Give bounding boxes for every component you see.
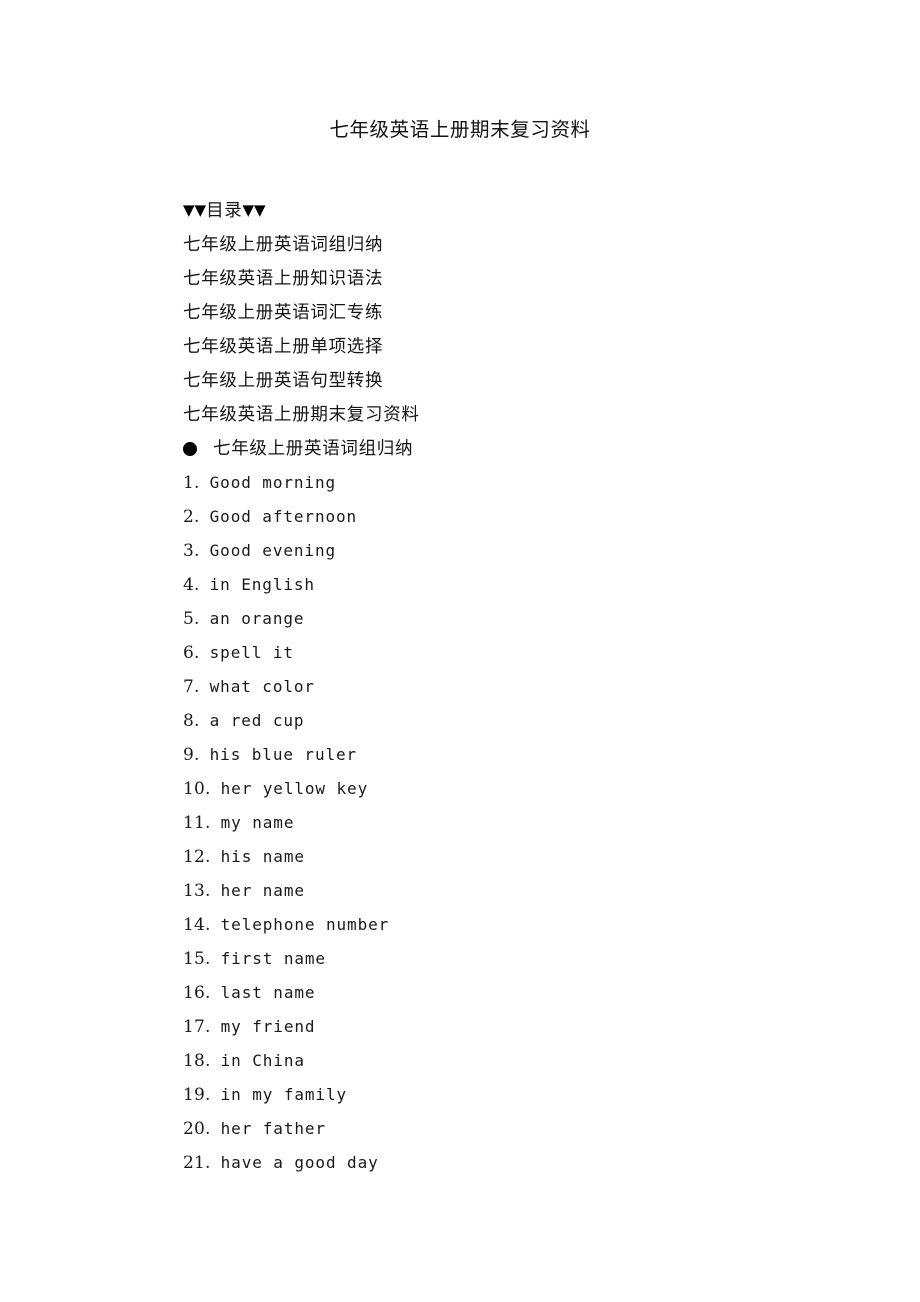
list-item-number: 5. xyxy=(183,609,200,629)
list-item: 9. his blue ruler xyxy=(183,738,883,772)
list-item-text: his name xyxy=(220,847,305,866)
list-item: 20. her father xyxy=(183,1112,883,1146)
list-item-text: telephone number xyxy=(220,915,390,934)
list-item-text: Good evening xyxy=(209,541,337,560)
list-item: 10. her yellow key xyxy=(183,772,883,806)
list-item-text: spell it xyxy=(209,643,294,662)
section-heading-label: 七年级上册英语词组归纳 xyxy=(213,439,414,459)
list-item-number: 18. xyxy=(183,1051,211,1071)
list-item: 13. her name xyxy=(183,874,883,908)
list-item: 1. Good morning xyxy=(183,466,883,500)
list-item: 7. what color xyxy=(183,670,883,704)
list-item: 3. Good evening xyxy=(183,534,883,568)
list-item-text: what color xyxy=(209,677,315,696)
list-item-number: 8. xyxy=(183,711,200,731)
toc-item-0[interactable]: 七年级上册英语词组归纳 xyxy=(183,228,883,262)
list-item: 17. my friend xyxy=(183,1010,883,1044)
list-item-number: 21. xyxy=(183,1153,211,1173)
phrase-list: 1. Good morning 2. Good afternoon 3. Good e… xyxy=(183,466,883,1180)
toc-item-1[interactable]: 七年级英语上册知识语法 xyxy=(183,262,883,296)
list-item-text: her name xyxy=(220,881,305,900)
list-item: 8. a red cup xyxy=(183,704,883,738)
document-body: ▼▼目录▼▼ 七年级上册英语词组归纳 七年级英语上册知识语法 七年级上册英语词汇… xyxy=(183,194,883,1180)
section-heading: 七年级上册英语词组归纳 xyxy=(183,432,883,466)
list-item-text: my friend xyxy=(220,1017,316,1036)
list-item-text: my name xyxy=(220,813,295,832)
list-item-text: first name xyxy=(220,949,326,968)
list-item: 15. first name xyxy=(183,942,883,976)
toc-item-4[interactable]: 七年级上册英语句型转换 xyxy=(183,364,883,398)
bullet-dot-icon xyxy=(183,442,197,456)
list-item-text: in my family xyxy=(220,1085,348,1104)
list-item: 2. Good afternoon xyxy=(183,500,883,534)
list-item-number: 7. xyxy=(183,677,200,697)
list-item-number: 17. xyxy=(183,1017,211,1037)
triangle-down-icon-left: ▼▼ xyxy=(183,201,207,219)
list-item: 16. last name xyxy=(183,976,883,1010)
list-item: 19. in my family xyxy=(183,1078,883,1112)
toc-item-3[interactable]: 七年级英语上册单项选择 xyxy=(183,330,883,364)
toc-item-5[interactable]: 七年级英语上册期末复习资料 xyxy=(183,398,883,432)
page-title: 七年级英语上册期末复习资料 xyxy=(329,118,591,141)
list-item: 4. in English xyxy=(183,568,883,602)
list-item-text: her father xyxy=(220,1119,326,1138)
list-item-number: 2. xyxy=(183,507,200,527)
list-item-text: his blue ruler xyxy=(209,745,358,764)
list-item-number: 14. xyxy=(183,915,211,935)
list-item-text: an orange xyxy=(209,609,305,628)
toc-item-2[interactable]: 七年级上册英语词汇专练 xyxy=(183,296,883,330)
list-item-text: Good afternoon xyxy=(209,507,358,526)
list-item-text: Good morning xyxy=(209,473,337,492)
table-of-contents: ▼▼目录▼▼ 七年级上册英语词组归纳 七年级英语上册知识语法 七年级上册英语词汇… xyxy=(183,194,883,432)
list-item-number: 4. xyxy=(183,575,200,595)
document-page: 七年级英语上册期末复习资料 ▼▼目录▼▼ 七年级上册英语词组归纳 七年级英语上册… xyxy=(0,0,920,1302)
list-item-number: 19. xyxy=(183,1085,211,1105)
list-item: 21. have a good day xyxy=(183,1146,883,1180)
list-item-number: 20. xyxy=(183,1119,211,1139)
list-item-number: 11. xyxy=(183,813,211,833)
list-item: 11. my name xyxy=(183,806,883,840)
list-item: 6. spell it xyxy=(183,636,883,670)
list-item-number: 12. xyxy=(183,847,211,867)
list-item-number: 9. xyxy=(183,745,200,765)
list-item-number: 10. xyxy=(183,779,211,799)
list-item-text: in English xyxy=(209,575,315,594)
list-item: 18. in China xyxy=(183,1044,883,1078)
list-item: 12. his name xyxy=(183,840,883,874)
toc-heading-label: 目录 xyxy=(206,201,243,221)
list-item-number: 16. xyxy=(183,983,211,1003)
list-item-number: 13. xyxy=(183,881,211,901)
list-item-number: 6. xyxy=(183,643,200,663)
list-item-number: 1. xyxy=(183,473,200,493)
list-item-text: last name xyxy=(220,983,316,1002)
list-item-text: her yellow key xyxy=(220,779,369,798)
list-item: 5. an orange xyxy=(183,602,883,636)
list-item-text: have a good day xyxy=(220,1153,379,1172)
list-item: 14. telephone number xyxy=(183,908,883,942)
list-item-number: 15. xyxy=(183,949,211,969)
toc-heading: ▼▼目录▼▼ xyxy=(183,194,883,228)
list-item-text: in China xyxy=(220,1051,305,1070)
triangle-down-icon-right: ▼▼ xyxy=(242,201,266,219)
list-item-text: a red cup xyxy=(209,711,305,730)
list-item-number: 3. xyxy=(183,541,200,561)
